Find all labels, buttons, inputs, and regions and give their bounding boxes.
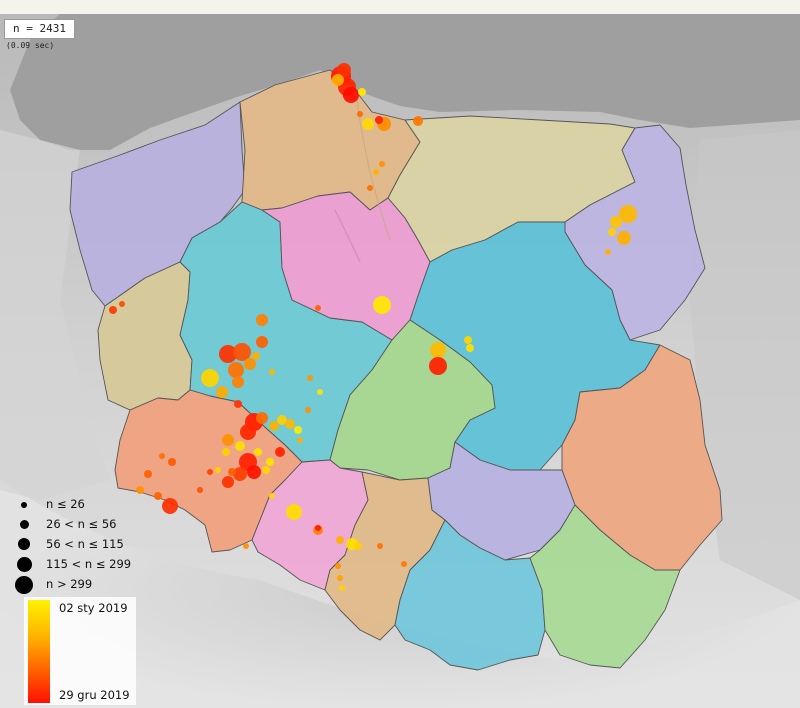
size-dot-icon <box>18 538 30 550</box>
size-legend-label: 26 < n ≤ 56 <box>46 517 117 531</box>
observation-point[interactable] <box>215 467 221 473</box>
size-legend-row: 115 < n ≤ 299 <box>8 555 148 575</box>
size-dot-icon <box>20 520 29 529</box>
observation-point[interactable] <box>608 228 616 236</box>
observation-point[interactable] <box>269 493 275 499</box>
observation-point[interactable] <box>240 424 256 440</box>
observation-point[interactable] <box>354 542 362 550</box>
observation-point[interactable] <box>197 487 203 493</box>
observation-point[interactable] <box>315 305 321 311</box>
observation-point[interactable] <box>336 536 344 544</box>
observation-point[interactable] <box>269 421 279 431</box>
observation-point[interactable] <box>294 426 302 434</box>
observation-point[interactable] <box>201 369 219 387</box>
query-time-label: (0.09 sec) <box>6 41 55 50</box>
observation-point[interactable] <box>256 336 268 348</box>
observation-point[interactable] <box>413 116 423 126</box>
observation-point[interactable] <box>286 504 302 520</box>
observation-point[interactable] <box>119 301 125 307</box>
observation-point[interactable] <box>285 419 295 429</box>
observation-point[interactable] <box>222 476 234 488</box>
size-legend-label: 56 < n ≤ 115 <box>46 537 124 551</box>
color-scale-bar <box>28 600 50 703</box>
observation-point[interactable] <box>254 448 262 456</box>
size-legend: n ≤ 26 26 < n ≤ 56 56 < n ≤ 115 115 < n … <box>8 495 148 595</box>
observation-point[interactable] <box>610 216 622 228</box>
observation-point[interactable] <box>605 249 611 255</box>
observation-point[interactable] <box>379 161 385 167</box>
observation-point[interactable] <box>216 386 228 398</box>
observation-point[interactable] <box>337 575 343 581</box>
observation-point[interactable] <box>466 344 474 352</box>
observation-point[interactable] <box>373 296 391 314</box>
observation-point[interactable] <box>266 458 274 466</box>
size-legend-row: n > 299 <box>8 575 148 595</box>
observation-point[interactable] <box>228 468 236 476</box>
observation-point[interactable] <box>617 231 631 245</box>
observation-point[interactable] <box>235 441 245 451</box>
observation-point[interactable] <box>228 362 244 378</box>
count-box: n = 2431 <box>4 19 75 39</box>
size-legend-row: 26 < n ≤ 56 <box>8 515 148 535</box>
size-legend-label: 115 < n ≤ 299 <box>46 557 132 571</box>
observation-point[interactable] <box>339 585 345 591</box>
observation-point[interactable] <box>256 412 268 424</box>
observation-point[interactable] <box>262 466 270 474</box>
size-legend-row: 56 < n ≤ 115 <box>8 535 148 555</box>
observation-point[interactable] <box>430 342 446 358</box>
observation-point[interactable] <box>305 407 311 413</box>
observation-point[interactable] <box>335 563 341 569</box>
observation-point[interactable] <box>362 118 374 130</box>
observation-point[interactable] <box>343 87 359 103</box>
observation-point[interactable] <box>154 492 162 500</box>
observation-point[interactable] <box>256 314 268 326</box>
observation-point[interactable] <box>168 458 176 466</box>
observation-point[interactable] <box>252 352 260 360</box>
observation-point[interactable] <box>375 116 383 124</box>
color-scale-bottom-label: 29 gru 2019 <box>59 688 130 702</box>
size-legend-row: n ≤ 26 <box>8 495 148 515</box>
size-dot-icon <box>21 502 27 508</box>
observation-point[interactable] <box>247 465 261 479</box>
color-legend: 02 sty 2019 29 gru 2019 <box>24 597 136 705</box>
observation-point[interactable] <box>244 358 256 370</box>
observation-point[interactable] <box>297 437 303 443</box>
observation-point[interactable] <box>222 434 234 446</box>
observation-point[interactable] <box>243 543 249 549</box>
observation-point[interactable] <box>401 561 407 567</box>
observation-point[interactable] <box>332 74 344 86</box>
observation-point[interactable] <box>234 400 242 408</box>
observation-point[interactable] <box>222 448 230 456</box>
observation-point[interactable] <box>377 543 383 549</box>
observation-point[interactable] <box>136 486 144 494</box>
observation-point[interactable] <box>429 357 447 375</box>
size-dot-icon <box>17 557 32 572</box>
observation-point[interactable] <box>315 525 321 531</box>
observation-point[interactable] <box>162 498 178 514</box>
observation-point[interactable] <box>207 469 213 475</box>
color-scale-top-label: 02 sty 2019 <box>59 601 128 615</box>
observation-point[interactable] <box>269 369 275 375</box>
size-legend-label: n ≤ 26 <box>46 497 85 511</box>
observation-point[interactable] <box>464 336 472 344</box>
observation-point[interactable] <box>275 447 285 457</box>
observation-point[interactable] <box>109 306 117 314</box>
observation-point[interactable] <box>373 169 379 175</box>
observation-point[interactable] <box>367 185 373 191</box>
observation-point[interactable] <box>307 375 313 381</box>
observation-point[interactable] <box>144 470 152 478</box>
map-view[interactable]: n = 2431 (0.09 sec) n ≤ 26 26 < n ≤ 56 5… <box>0 0 800 708</box>
observation-point[interactable] <box>357 111 363 117</box>
observation-point[interactable] <box>317 389 323 395</box>
size-legend-label: n > 299 <box>46 577 93 591</box>
size-dot-icon <box>15 576 33 594</box>
observation-point[interactable] <box>232 376 244 388</box>
observation-point[interactable] <box>159 453 165 459</box>
observation-point[interactable] <box>358 88 366 96</box>
